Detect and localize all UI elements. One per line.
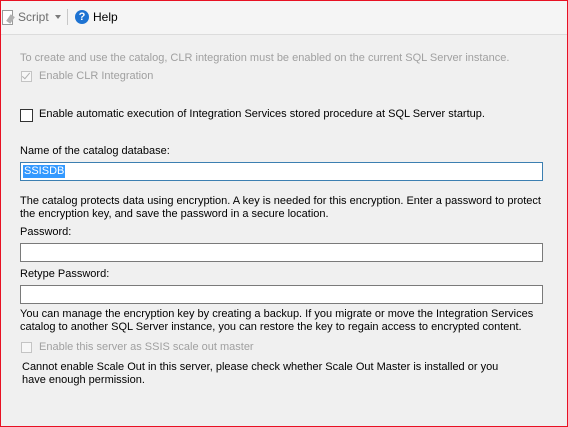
toolbar-separator [66, 9, 68, 25]
scale-out-master-label: Enable this server as SSIS scale out mas… [39, 341, 254, 353]
toolbar: Script ? Help [1, 1, 567, 35]
auto-exec-checkbox[interactable] [20, 109, 33, 122]
enable-clr-label: Enable CLR Integration [39, 70, 154, 82]
encryption-note: The catalog protects data using encrypti… [20, 195, 541, 220]
help-label: Help [93, 10, 118, 24]
password-label: Password: [20, 226, 72, 238]
script-button[interactable]: Script [1, 6, 72, 28]
clr-note: To create and use the catalog, CLR integ… [20, 52, 510, 64]
script-icon [1, 9, 15, 25]
auto-exec-label: Enable automatic execution of Integratio… [39, 108, 485, 120]
scale-out-master-checkbox[interactable] [21, 342, 32, 353]
catalog-name-input[interactable]: SSISDB [20, 162, 543, 181]
password-field[interactable] [20, 243, 543, 262]
help-button[interactable]: ? Help [75, 7, 118, 27]
script-label: Script [18, 10, 49, 24]
backup-note: You can manage the encryption key by cre… [20, 308, 534, 333]
chevron-down-icon[interactable] [54, 15, 61, 19]
catalog-dialog: Script ? Help To create and use the cata… [0, 0, 568, 427]
catalog-name-label: Name of the catalog database: [20, 145, 170, 157]
retype-password-label: Retype Password: [20, 268, 110, 280]
help-icon: ? [75, 10, 89, 24]
catalog-name-value: SSISDB [23, 165, 66, 178]
enable-clr-checkbox[interactable] [21, 70, 32, 82]
checkmark-icon [21, 70, 31, 80]
scale-out-warning: Cannot enable Scale Out in this server, … [22, 361, 499, 386]
retype-password-field[interactable] [20, 285, 543, 304]
